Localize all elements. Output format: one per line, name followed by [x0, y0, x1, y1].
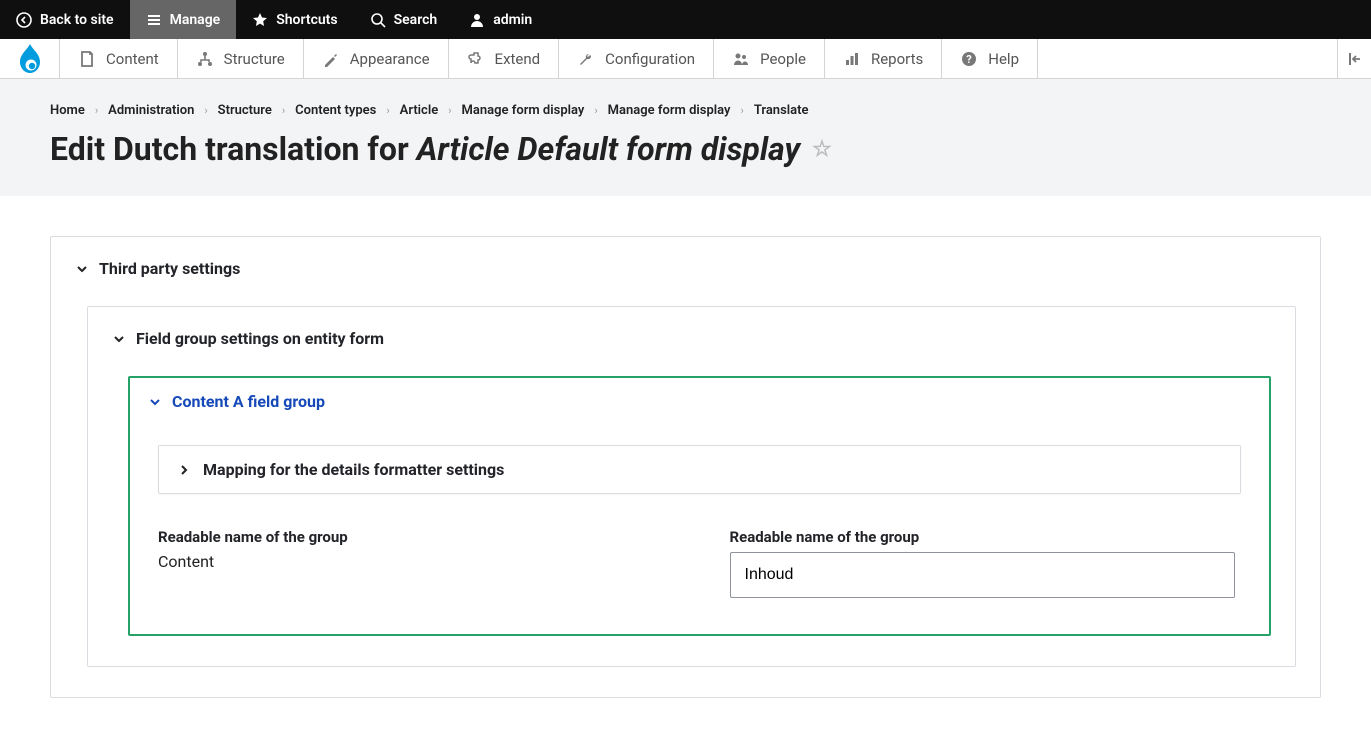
content-a-summary[interactable]: Content A field group [130, 378, 1269, 425]
source-column: Readable name of the group Content [158, 528, 670, 598]
back-to-site-button[interactable]: Back to site [0, 0, 130, 39]
breadcrumb-link[interactable]: Administration [108, 103, 194, 118]
shortcuts-button[interactable]: Shortcuts [236, 0, 353, 39]
search-button[interactable]: Search [354, 0, 454, 39]
menu-content[interactable]: Content [60, 39, 178, 78]
menu-icon [146, 12, 162, 28]
menu-configuration-label: Configuration [605, 50, 695, 68]
source-value: Content [158, 552, 670, 571]
page-title: Edit Dutch translation for Article Defau… [50, 130, 1321, 168]
menu-structure-label: Structure [224, 50, 285, 68]
breadcrumb-link[interactable]: Home [50, 103, 85, 118]
people-icon [732, 50, 750, 68]
chevron-down-icon [148, 395, 162, 409]
extend-icon [467, 50, 485, 68]
menu-extend[interactable]: Extend [449, 39, 560, 78]
translation-row: Readable name of the group Content Reada… [158, 528, 1241, 598]
title-prefix: Edit Dutch translation for [50, 130, 417, 168]
mapping-label: Mapping for the details formatter settin… [203, 460, 504, 479]
user-label: admin [493, 12, 532, 28]
favorite-star-icon[interactable]: ☆ [812, 137, 832, 162]
manage-label: Manage [170, 12, 221, 28]
structure-icon [196, 50, 214, 68]
reports-icon [843, 50, 861, 68]
breadcrumb-link[interactable]: Manage form display [462, 103, 585, 118]
content-a-group-panel: Content A field group Mapping for the de… [128, 376, 1271, 636]
shortcuts-label: Shortcuts [276, 12, 337, 28]
back-label: Back to site [40, 12, 114, 28]
region-header: Home› Administration› Structure› Content… [0, 79, 1371, 196]
manage-button[interactable]: Manage [130, 0, 237, 39]
menu-people-label: People [760, 50, 806, 68]
translation-input[interactable] [730, 552, 1235, 598]
user-menu-button[interactable]: admin [453, 0, 548, 39]
star-icon [252, 12, 268, 28]
field-group-label: Field group settings on entity form [136, 329, 384, 348]
menu-people[interactable]: People [714, 39, 825, 78]
menu-appearance-label: Appearance [350, 50, 430, 68]
mapping-panel[interactable]: Mapping for the details formatter settin… [158, 445, 1241, 494]
drupal-logo[interactable] [0, 39, 60, 78]
back-icon [16, 12, 32, 28]
breadcrumb-link[interactable]: Structure [218, 103, 272, 118]
chevron-down-icon [112, 332, 126, 346]
third-party-settings-panel: Third party settings Field group setting… [50, 236, 1321, 698]
content-icon [78, 50, 96, 68]
third-party-label: Third party settings [99, 259, 240, 278]
translation-label: Readable name of the group [730, 528, 1242, 546]
admin-menu: Content Structure Appearance Extend Conf… [0, 39, 1371, 79]
content-a-label: Content A field group [172, 392, 325, 411]
translation-column: Readable name of the group [730, 528, 1242, 598]
menu-extend-label: Extend [495, 50, 541, 68]
sidebar-toggle-button[interactable] [1337, 39, 1371, 78]
breadcrumb-link[interactable]: Manage form display [608, 103, 731, 118]
appearance-icon [322, 50, 340, 68]
field-group-settings-panel: Field group settings on entity form Cont… [87, 306, 1296, 667]
wrench-icon [577, 50, 595, 68]
breadcrumb-current: Translate [754, 103, 809, 118]
menu-configuration[interactable]: Configuration [559, 39, 714, 78]
search-label: Search [394, 12, 438, 28]
svg-text:?: ? [967, 53, 973, 66]
menu-help-label: Help [988, 50, 1019, 68]
chevron-right-icon [177, 463, 191, 477]
menu-structure[interactable]: Structure [178, 39, 304, 78]
breadcrumb-link[interactable]: Article [400, 103, 439, 118]
source-label: Readable name of the group [158, 528, 670, 546]
menu-spacer [1038, 39, 1337, 78]
breadcrumb-link[interactable]: Content types [295, 103, 376, 118]
toolbar-top: Back to site Manage Shortcuts Search adm… [0, 0, 1371, 39]
content-area: Third party settings Field group setting… [0, 196, 1371, 738]
search-icon [370, 12, 386, 28]
title-emphasis: Article Default form display [417, 130, 800, 168]
content-a-body: Mapping for the details formatter settin… [130, 425, 1269, 634]
third-party-summary[interactable]: Third party settings [75, 255, 1296, 282]
breadcrumb: Home› Administration› Structure› Content… [50, 103, 1321, 118]
menu-reports-label: Reports [871, 50, 923, 68]
menu-reports[interactable]: Reports [825, 39, 942, 78]
chevron-down-icon [75, 262, 89, 276]
help-icon: ? [960, 50, 978, 68]
field-group-summary[interactable]: Field group settings on entity form [112, 325, 1271, 352]
user-icon [469, 12, 485, 28]
menu-help[interactable]: ? Help [942, 39, 1038, 78]
menu-appearance[interactable]: Appearance [304, 39, 449, 78]
menu-content-label: Content [106, 50, 159, 68]
